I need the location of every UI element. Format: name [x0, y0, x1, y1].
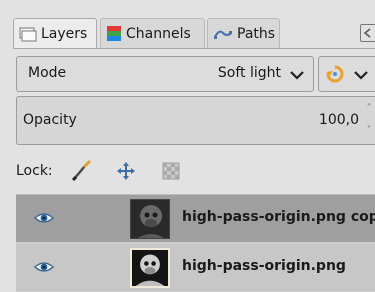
mode-label: Mode [28, 65, 67, 81]
opacity-label: Opacity [23, 112, 77, 128]
tab-label: Channels [126, 26, 191, 42]
tab-menu-button[interactable] [360, 24, 375, 42]
tab-paths[interactable]: Paths [207, 18, 280, 49]
decrement-icon[interactable]: ˅ [363, 125, 375, 137]
lock-pixels-icon[interactable] [70, 160, 92, 182]
layer-row[interactable]: high-pass-origin.png [16, 244, 375, 291]
tab-label: Layers [41, 26, 88, 42]
tab-label: Paths [237, 26, 276, 42]
layer-name[interactable]: high-pass-origin.png copy [182, 209, 375, 225]
paths-icon [214, 30, 232, 39]
increment-icon[interactable]: ˄ [363, 103, 375, 115]
layer-thumbnail [130, 199, 170, 239]
lock-alpha-icon[interactable] [160, 160, 182, 182]
composite-swap-icon [326, 65, 344, 83]
layer-thumbnail [130, 248, 170, 288]
opacity-spinscale[interactable]: Opacity 100,0 ˄ ˅ [16, 96, 375, 145]
mode-value: Soft light [217, 65, 281, 81]
mode-combo[interactable]: Mode Soft light [16, 56, 314, 92]
chevron-left-icon [363, 28, 371, 38]
chevron-down-icon [290, 71, 304, 80]
eye-icon[interactable] [34, 211, 54, 225]
lock-position-icon[interactable] [115, 160, 137, 182]
chevron-down-icon [354, 71, 368, 80]
layers-list: high-pass-origin.png copy high-pass-orig… [16, 194, 375, 292]
tab-layers[interactable]: Layers [13, 18, 97, 49]
tab-divider [13, 48, 375, 49]
opacity-value: 100,0 [318, 112, 359, 128]
channels-icon [107, 26, 121, 41]
composite-mode-button[interactable] [318, 56, 375, 92]
eye-icon[interactable] [34, 260, 54, 274]
layer-row[interactable]: high-pass-origin.png copy [16, 195, 375, 242]
tab-channels[interactable]: Channels [100, 18, 205, 49]
lock-label: Lock: [16, 163, 53, 179]
layer-name[interactable]: high-pass-origin.png [182, 258, 346, 274]
layers-icon [19, 27, 37, 42]
